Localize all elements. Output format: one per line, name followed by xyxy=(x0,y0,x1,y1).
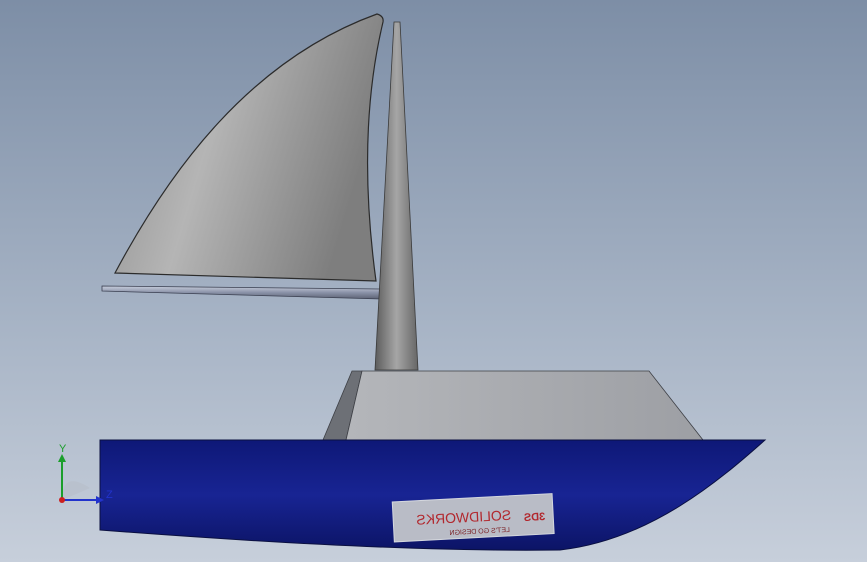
cabin[interactable] xyxy=(345,370,704,441)
coordinate-triad: Y Z xyxy=(58,443,113,504)
sail[interactable] xyxy=(114,13,384,282)
graphics-viewport[interactable]: 3DS SOLIDWORKS LET'S GO DESIGN Y Z xyxy=(0,0,867,562)
model-canvas[interactable]: 3DS SOLIDWORKS LET'S GO DESIGN xyxy=(0,0,867,562)
triad-z-label: Z xyxy=(106,489,113,501)
boom[interactable] xyxy=(101,285,382,300)
triad-y-label: Y xyxy=(59,443,67,455)
logo-decal: 3DS SOLIDWORKS LET'S GO DESIGN xyxy=(391,493,555,543)
mast[interactable] xyxy=(374,21,419,371)
decal-logo-mark: 3DS xyxy=(524,511,546,524)
